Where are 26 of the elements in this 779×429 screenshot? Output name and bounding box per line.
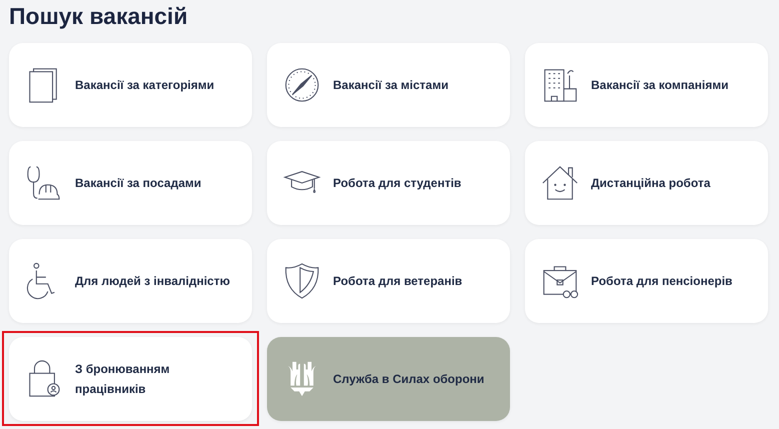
shield-icon	[283, 262, 321, 300]
category-card[interactable]: Вакансії за категоріями	[9, 43, 252, 127]
card-label: Вакансії за містами	[333, 77, 448, 94]
card-label: Вакансії за посадами	[75, 175, 202, 192]
card-label: Робота для пенсіонерів	[591, 273, 732, 290]
category-card[interactable]: Вакансії за компаніями	[525, 43, 768, 127]
category-card[interactable]: З бронюванням працівників	[9, 337, 252, 421]
page-title: Пошук вакансій	[9, 2, 189, 31]
smiling-house-icon	[541, 164, 579, 202]
card-label: Вакансії за компаніями	[591, 77, 728, 94]
card-label: Робота для студентів	[333, 175, 462, 192]
card-label: Для людей з інвалідністю	[75, 273, 230, 290]
card-label: З бронюванням працівників	[75, 361, 171, 398]
card-label: Служба в Силах оборони	[333, 371, 484, 388]
category-card[interactable]: Для людей з інвалідністю	[9, 239, 252, 323]
category-card[interactable]: Робота для ветеранів	[267, 239, 510, 323]
card-label: Дистанційна робота	[591, 175, 710, 192]
category-card[interactable]: Робота для студентів	[267, 141, 510, 225]
category-card[interactable]: Вакансії за посадами	[9, 141, 252, 225]
compass-icon	[283, 66, 321, 104]
category-card[interactable]: Вакансії за містами	[267, 43, 510, 127]
category-card[interactable]: Служба в Силах оборони	[267, 337, 510, 421]
category-card[interactable]: Робота для пенсіонерів	[525, 239, 768, 323]
category-card[interactable]: Дистанційна робота	[525, 141, 768, 225]
card-label: Вакансії за категоріями	[75, 77, 214, 94]
card-label: Робота для ветеранів	[333, 273, 462, 290]
